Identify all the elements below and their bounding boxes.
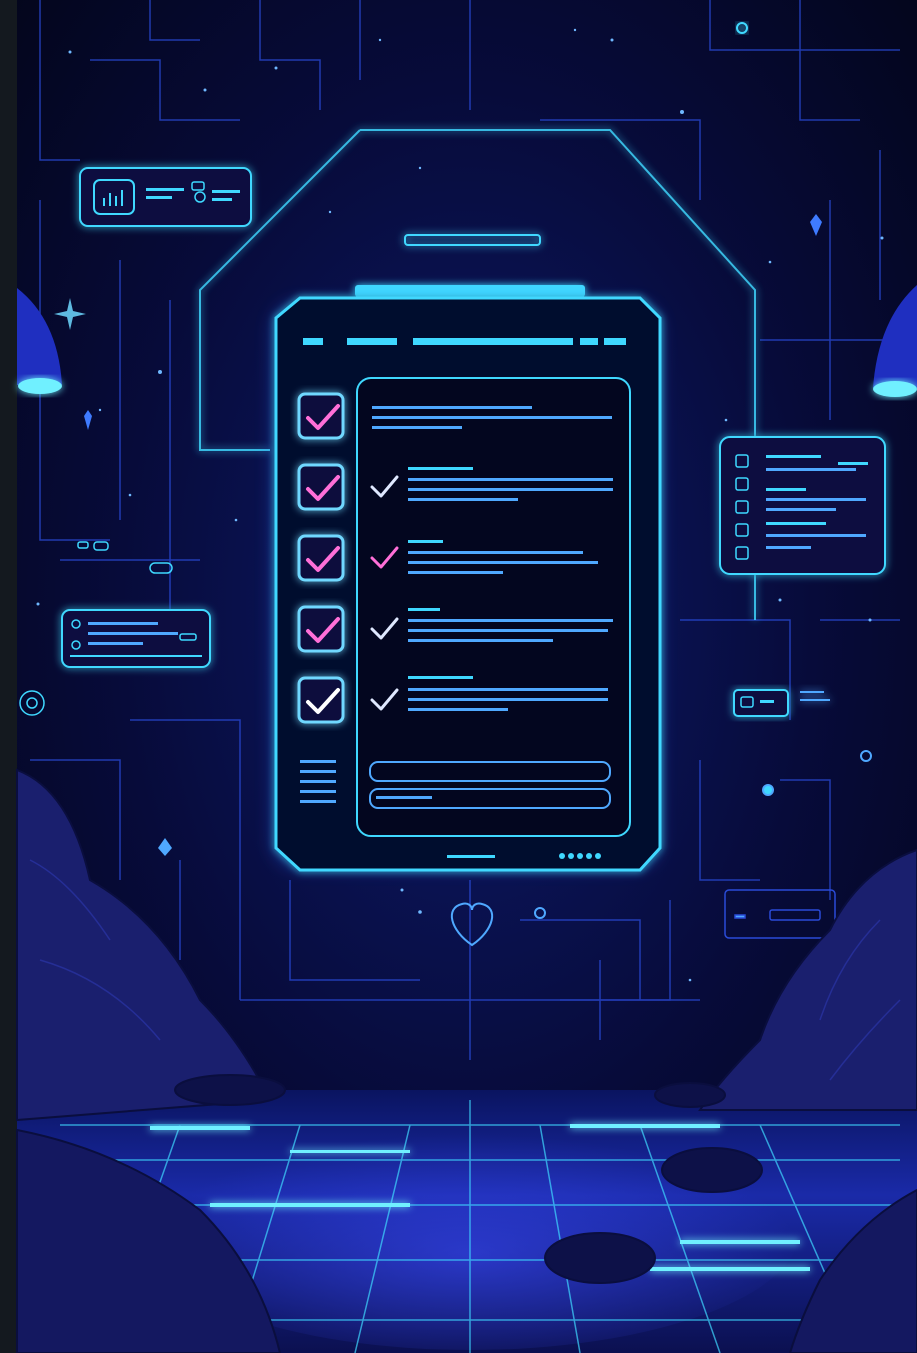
checklist-device <box>274 296 662 872</box>
checkbox-5 <box>297 676 345 724</box>
widget-mid-left <box>61 609 211 668</box>
checkbox-3 <box>297 534 345 582</box>
checkbox-4 <box>297 605 345 653</box>
checkbox-1 <box>297 392 345 440</box>
checkbox-2 <box>297 463 345 511</box>
widget-top-left <box>79 167 252 227</box>
illustration <box>16 0 917 1353</box>
widget-right <box>719 436 886 575</box>
